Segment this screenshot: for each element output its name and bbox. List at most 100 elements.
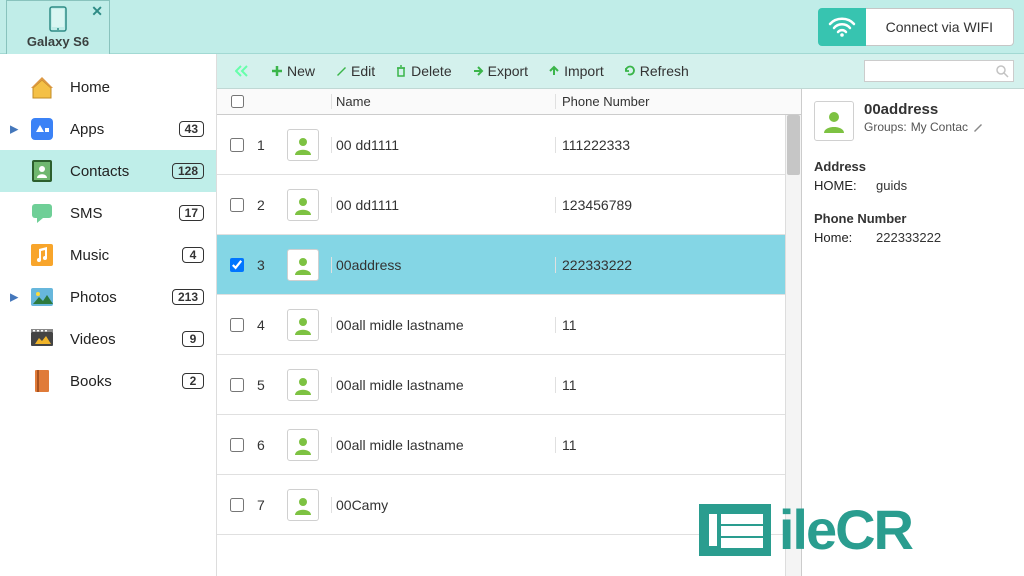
row-phone: 11 <box>555 377 785 393</box>
toolbar-collapse[interactable] <box>227 63 259 79</box>
wifi-icon <box>818 8 866 46</box>
sidebar-item-photos[interactable]: ▶ Photos213 <box>0 276 216 318</box>
videos-icon <box>28 325 56 353</box>
device-name: Galaxy S6 <box>27 34 89 49</box>
row-checkbox[interactable] <box>230 318 244 332</box>
row-checkbox[interactable] <box>230 498 244 512</box>
sidebar-item-label: Videos <box>70 331 182 348</box>
row-checkbox[interactable] <box>230 138 244 152</box>
sidebar-item-label: Photos <box>70 289 172 306</box>
row-index: 5 <box>257 377 287 393</box>
row-avatar <box>287 369 319 401</box>
row-phone: 111222333 <box>555 137 785 153</box>
detail-groups-label: Groups: <box>864 120 907 134</box>
detail-name: 00address <box>864 101 984 118</box>
books-icon <box>28 367 56 395</box>
row-index: 2 <box>257 197 287 213</box>
close-tab-icon[interactable]: ✕ <box>91 3 103 20</box>
sidebar-item-count: 2 <box>182 373 204 389</box>
wifi-connect-button[interactable]: Connect via WIFI <box>866 8 1014 46</box>
row-checkbox[interactable] <box>230 438 244 452</box>
edit-label: Edit <box>351 63 375 79</box>
contact-list: Name Phone Number 100 dd1111111222333200… <box>217 89 802 576</box>
toolbar: New Edit Delete Export Import Refresh <box>217 54 1024 89</box>
import-label: Import <box>564 63 604 79</box>
export-icon <box>472 65 484 77</box>
import-icon <box>548 65 560 77</box>
table-row[interactable]: 5 00all midle lastname11 <box>217 355 801 415</box>
trash-icon <box>395 65 407 77</box>
sidebar-item-apps[interactable]: ▶Apps43 <box>0 108 216 150</box>
search-icon <box>995 64 1009 78</box>
table-row[interactable]: 300address222333222 <box>217 235 801 295</box>
sidebar-item-music[interactable]: Music4 <box>0 234 216 276</box>
expand-icon[interactable]: ▶ <box>10 291 18 304</box>
table-row[interactable]: 700Camy <box>217 475 801 535</box>
sidebar-item-home[interactable]: Home <box>0 66 216 108</box>
sms-icon <box>28 199 56 227</box>
edit-button[interactable]: Edit <box>327 61 383 81</box>
new-label: New <box>287 63 315 79</box>
music-icon <box>28 241 56 269</box>
wifi-connect: Connect via WIFI <box>818 8 1014 46</box>
detail-address-type: HOME: <box>814 178 866 193</box>
contacts-icon <box>28 157 56 185</box>
sidebar-item-count: 213 <box>172 289 204 305</box>
row-avatar <box>287 489 319 521</box>
row-name: 00all midle lastname <box>331 377 555 393</box>
row-avatar <box>287 249 319 281</box>
pencil-icon <box>335 65 347 77</box>
row-avatar <box>287 309 319 341</box>
sidebar-item-sms[interactable]: SMS17 <box>0 192 216 234</box>
row-name: 00Camy <box>331 497 555 513</box>
photos-icon <box>28 283 56 311</box>
table-row[interactable]: 400all midle lastname11 <box>217 295 801 355</box>
detail-avatar <box>814 101 854 141</box>
row-phone: 123456789 <box>555 197 785 213</box>
scrollbar[interactable] <box>785 115 801 576</box>
sidebar-item-label: Contacts <box>70 163 172 180</box>
sidebar-item-count: 43 <box>179 121 204 137</box>
row-index: 3 <box>257 257 287 273</box>
device-tab[interactable]: ✕ Galaxy S6 <box>6 0 110 54</box>
row-checkbox[interactable] <box>230 258 244 272</box>
sidebar-item-videos[interactable]: Videos9 <box>0 318 216 360</box>
refresh-button[interactable]: Refresh <box>616 61 697 81</box>
row-name: 00all midle lastname <box>331 437 555 453</box>
edit-groups-icon[interactable] <box>972 121 984 133</box>
scroll-thumb[interactable] <box>787 115 800 175</box>
row-name: 00address <box>331 257 555 273</box>
refresh-label: Refresh <box>640 63 689 79</box>
sidebar-item-label: SMS <box>70 205 179 222</box>
table-row[interactable]: 100 dd1111111222333 <box>217 115 801 175</box>
sidebar-item-contacts[interactable]: Contacts128 <box>0 150 216 192</box>
row-phone: 11 <box>555 317 785 333</box>
row-checkbox[interactable] <box>230 198 244 212</box>
column-phone[interactable]: Phone Number <box>555 94 785 109</box>
row-index: 4 <box>257 317 287 333</box>
table-row[interactable]: 200 dd1111123456789 <box>217 175 801 235</box>
detail-phone-label: Phone Number <box>814 211 1012 226</box>
detail-phone-value: 222333222 <box>876 230 941 245</box>
select-all-checkbox[interactable] <box>231 95 244 108</box>
export-button[interactable]: Export <box>464 61 536 81</box>
export-label: Export <box>488 63 528 79</box>
plus-icon <box>271 65 283 77</box>
refresh-icon <box>624 65 636 77</box>
import-button[interactable]: Import <box>540 61 612 81</box>
sidebar-item-label: Home <box>70 79 204 96</box>
detail-panel: 00address Groups: My Contac Address HOME… <box>802 89 1024 576</box>
search-input[interactable] <box>864 60 1014 82</box>
detail-address-label: Address <box>814 159 1012 174</box>
new-button[interactable]: New <box>263 61 323 81</box>
row-index: 1 <box>257 137 287 153</box>
table-row[interactable]: 600all midle lastname11 <box>217 415 801 475</box>
column-name[interactable]: Name <box>331 94 555 109</box>
expand-icon[interactable]: ▶ <box>10 123 18 136</box>
apps-icon <box>28 115 56 143</box>
sidebar-item-label: Books <box>70 373 182 390</box>
detail-address-value: guids <box>876 178 907 193</box>
delete-button[interactable]: Delete <box>387 61 459 81</box>
row-checkbox[interactable] <box>230 378 244 392</box>
sidebar-item-books[interactable]: Books2 <box>0 360 216 402</box>
